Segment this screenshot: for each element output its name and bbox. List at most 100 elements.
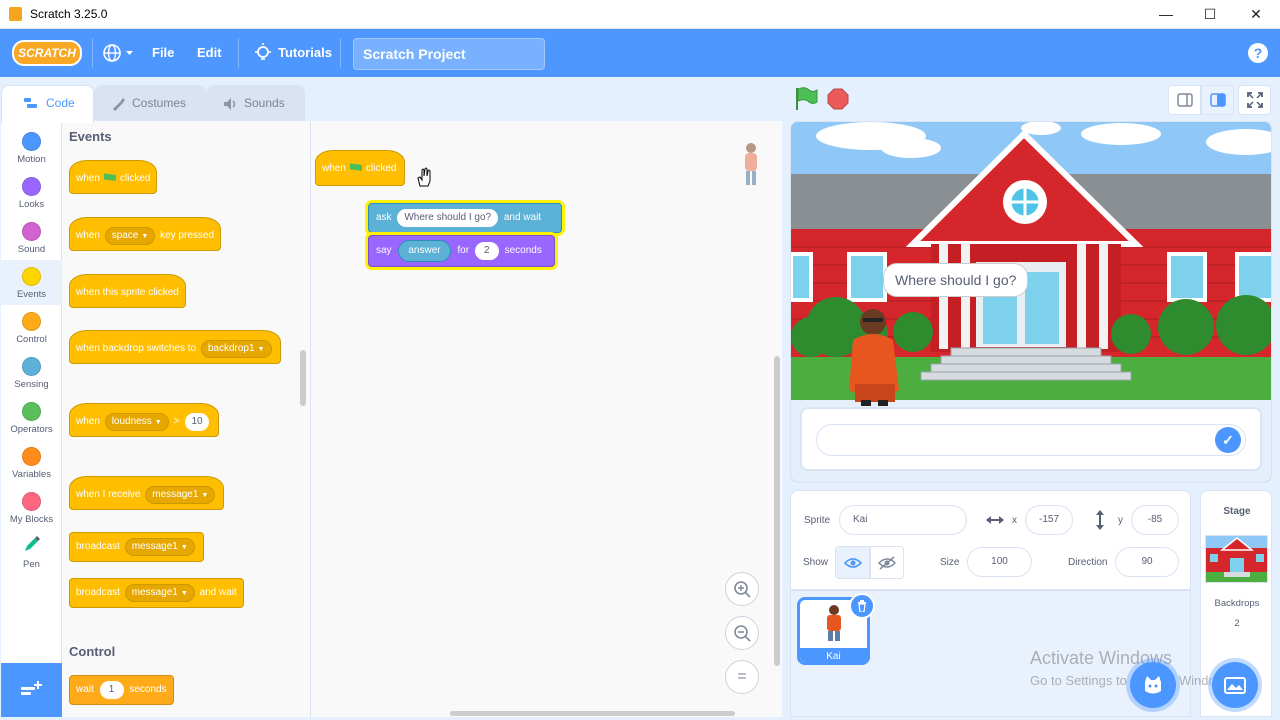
show-hidden-button[interactable]	[870, 546, 904, 579]
loudness-input[interactable]: 10	[185, 413, 210, 431]
minimize-button[interactable]: —	[1155, 4, 1177, 24]
block-text: when	[76, 173, 100, 184]
block-when-key-pressed[interactable]: when space ▼ key pressed	[69, 217, 222, 251]
category-looks[interactable]: Looks	[1, 170, 62, 215]
category-pen[interactable]: Pen	[1, 530, 62, 575]
trash-icon	[858, 600, 866, 613]
script-when-flag-clicked[interactable]: when clicked	[315, 150, 406, 186]
stop-button[interactable]	[827, 88, 849, 110]
small-stage-button[interactable]	[1168, 85, 1201, 115]
category-label: Variables	[12, 469, 51, 480]
category-control[interactable]: Control	[1, 305, 62, 350]
project-title-input[interactable]	[353, 38, 545, 70]
hand-cursor-icon	[415, 166, 433, 188]
backdrop-dropdown[interactable]: backdrop1 ▼	[200, 340, 272, 358]
ask-text-input[interactable]: Where should I go?	[397, 209, 499, 227]
block-when-loudness[interactable]: when loudness ▼ > 10	[69, 403, 220, 437]
wait-input[interactable]: 1	[99, 681, 124, 699]
category-operators[interactable]: Operators	[1, 395, 62, 440]
add-extension-button[interactable]	[1, 663, 62, 717]
block-text: seconds	[129, 684, 167, 695]
add-sprite-button[interactable]	[1130, 662, 1176, 708]
category-label: Sound	[17, 244, 46, 255]
sprite-name-input[interactable]: Kai	[839, 505, 967, 535]
block-text: say	[376, 245, 392, 256]
size-input[interactable]: 100	[967, 547, 1032, 577]
delete-sprite-button[interactable]	[849, 593, 875, 619]
say-seconds-input[interactable]: 2	[474, 242, 499, 260]
block-when-flag-clicked[interactable]: when clicked	[69, 160, 158, 194]
my-blocks-dot	[22, 492, 41, 511]
category-motion[interactable]: Motion	[1, 125, 62, 170]
tutorials-menu[interactable]: Tutorials	[278, 45, 332, 60]
zoom-reset-button[interactable]: =	[725, 660, 759, 694]
ask-answer-input[interactable]	[816, 424, 1246, 456]
script-say-block[interactable]: say answer for 2 seconds	[368, 235, 555, 267]
x-position-input[interactable]: -157	[1025, 505, 1073, 535]
category-sound[interactable]: Sound	[1, 215, 62, 260]
lightbulb-icon	[254, 42, 274, 64]
script-vertical-scrollbar[interactable]	[774, 356, 780, 666]
globe-icon	[103, 44, 133, 62]
zoom-out-button[interactable]	[725, 616, 759, 650]
key-dropdown[interactable]: space ▼	[104, 227, 156, 245]
green-flag-icon	[349, 163, 362, 171]
tab-costumes-label: Costumes	[132, 96, 187, 110]
app-icon	[9, 7, 22, 21]
large-stage-button[interactable]	[1201, 85, 1234, 115]
backdrop-thumbnail	[1205, 535, 1268, 583]
stop-icon	[827, 88, 849, 110]
events-section-title: Events	[69, 129, 112, 144]
y-position-input[interactable]: -85	[1131, 505, 1179, 535]
message-dropdown[interactable]: message1 ▼	[124, 538, 195, 556]
message-dropdown[interactable]: message1 ▼	[145, 486, 216, 504]
block-when-sprite-clicked[interactable]: when this sprite clicked	[69, 274, 186, 308]
edit-menu[interactable]: Edit	[197, 45, 222, 60]
menu-divider	[238, 38, 239, 68]
category-events[interactable]: Events	[1, 260, 62, 305]
sensor-dropdown[interactable]: loudness ▼	[104, 413, 169, 431]
direction-input[interactable]: 90	[1115, 547, 1179, 577]
scratch-logo[interactable]: SCRATCH	[12, 40, 82, 66]
dropdown-arrow-icon: ▼	[180, 544, 188, 551]
green-flag-button[interactable]	[793, 86, 819, 112]
block-text: wait	[76, 684, 94, 695]
block-text: and wait	[199, 587, 237, 598]
add-backdrop-button[interactable]	[1212, 662, 1258, 708]
file-menu[interactable]: File	[152, 45, 174, 60]
block-broadcast-and-wait[interactable]: broadcast message1 ▼ and wait	[69, 578, 244, 608]
x-label: x	[1012, 515, 1017, 526]
show-visible-button[interactable]	[835, 546, 870, 579]
block-broadcast[interactable]: broadcast message1 ▼	[69, 532, 204, 562]
block-wait[interactable]: wait 1 seconds	[69, 675, 174, 705]
category-my-blocks[interactable]: My Blocks	[1, 485, 62, 530]
script-ask-block[interactable]: ask Where should I go? and wait	[368, 203, 562, 233]
block-when-backdrop-switches[interactable]: when backdrop switches to backdrop1 ▼	[69, 330, 281, 364]
close-button[interactable]: ✕	[1245, 4, 1267, 24]
palette-scrollbar[interactable]	[300, 350, 306, 406]
fullscreen-button[interactable]	[1238, 85, 1271, 115]
tab-sounds[interactable]: Sounds	[206, 85, 305, 121]
block-text: clicked	[365, 163, 397, 174]
block-text: clicked	[119, 173, 151, 184]
block-when-i-receive[interactable]: when I receive message1 ▼	[69, 476, 225, 510]
category-sensing[interactable]: Sensing	[1, 350, 62, 395]
ask-submit-button[interactable]: ✓	[1215, 427, 1241, 453]
zoom-in-button[interactable]	[725, 572, 759, 606]
sprite-thumbnail-label: Kai	[800, 648, 867, 662]
script-horizontal-scrollbar[interactable]	[450, 711, 735, 716]
stage-pane-title: Stage	[1223, 506, 1251, 517]
block-text: and wait	[503, 212, 542, 223]
language-menu[interactable]	[102, 42, 136, 64]
message-dropdown[interactable]: message1 ▼	[124, 584, 195, 602]
category-variables[interactable]: Variables	[1, 440, 62, 485]
help-button[interactable]: ?	[1248, 43, 1268, 63]
tab-costumes[interactable]: Costumes	[94, 85, 206, 121]
category-label: Control	[16, 334, 47, 345]
answer-reporter[interactable]: answer	[398, 240, 451, 262]
maximize-button[interactable]: ☐	[1199, 4, 1221, 24]
block-text: for	[457, 245, 470, 256]
looks-dot	[22, 177, 41, 196]
speech-bubble: Where should I go?	[883, 263, 1029, 297]
tab-code[interactable]: Code	[1, 85, 94, 123]
